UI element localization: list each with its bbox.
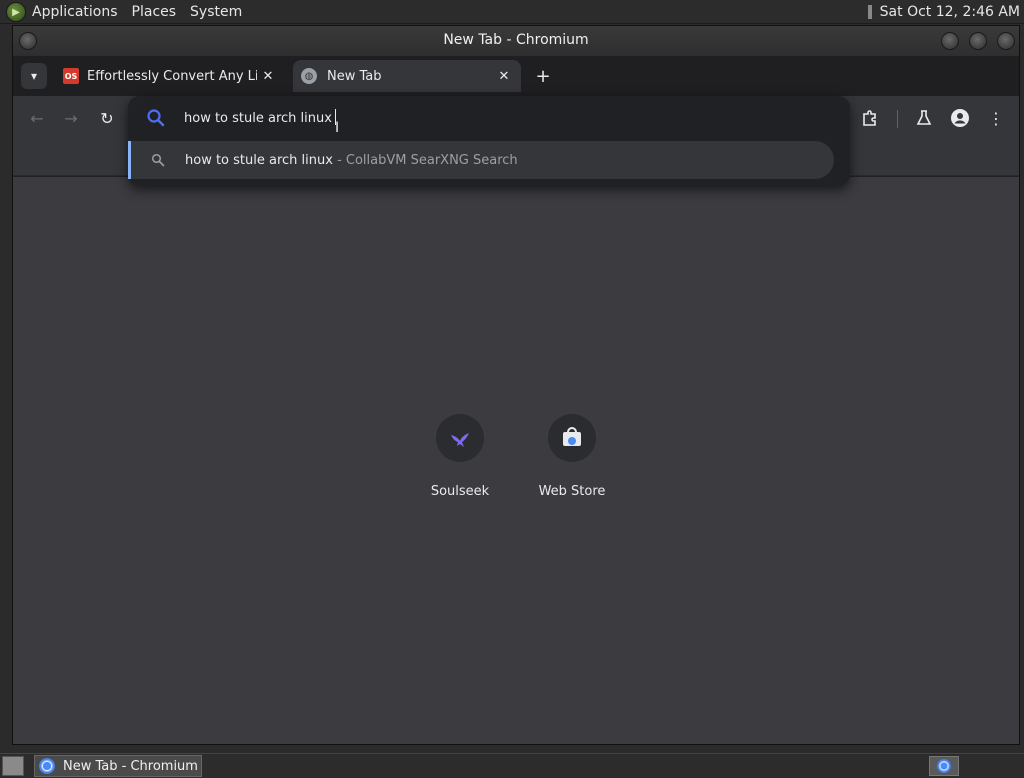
tab-effortlessly-convert[interactable]: OS Effortlessly Convert Any Linux ✕ — [55, 60, 285, 92]
minimize-button[interactable] — [941, 32, 959, 50]
text-cursor-icon: I — [335, 120, 340, 136]
distro-logo-icon[interactable]: ▶ — [6, 2, 26, 22]
taskbar-item-chromium[interactable]: New Tab - Chromium — [34, 755, 202, 777]
tab-new-tab[interactable]: ◍ New Tab ✕ — [293, 60, 521, 92]
reload-button[interactable]: ↻ — [95, 106, 119, 130]
workspace-switcher[interactable] — [929, 756, 959, 776]
taskbar-item-label: New Tab - Chromium — [63, 758, 198, 774]
webstore-icon — [563, 427, 581, 446]
menu-system[interactable]: System — [190, 4, 242, 20]
clock[interactable]: Sat Oct 12, 2:46 AM — [880, 4, 1020, 20]
account-icon — [951, 109, 969, 127]
panel-clock-area: Sat Oct 12, 2:46 AM — [867, 0, 1020, 24]
omnibox-suggestion[interactable]: how to stule arch linux - CollabVM SearX… — [128, 141, 834, 179]
profile-button[interactable] — [948, 106, 972, 130]
shortcut-web-store[interactable]: Web Store — [522, 414, 622, 499]
address-input[interactable]: how to stule arch linux — [184, 109, 336, 126]
maximize-button[interactable] — [969, 32, 987, 50]
globe-icon: ◍ — [301, 68, 317, 84]
new-tab-button[interactable]: + — [531, 64, 555, 88]
chromium-icon — [39, 758, 55, 774]
forward-button[interactable]: → — [59, 106, 83, 130]
menu-places[interactable]: Places — [132, 4, 177, 20]
arrow-right-icon: → — [64, 108, 78, 128]
labs-button[interactable] — [912, 106, 936, 130]
suggestion-query: how to stule arch linux — [185, 152, 333, 168]
shortcut-tile — [436, 414, 484, 462]
search-icon — [151, 153, 165, 167]
shortcut-label: Web Store — [538, 484, 606, 499]
suggestion-source: - CollabVM SearXNG Search — [332, 152, 518, 168]
panel-separator — [867, 5, 872, 19]
omnibox-popup: how to stule arch linux how to stule arc… — [128, 96, 850, 186]
plus-icon: + — [535, 65, 551, 87]
window-titlebar[interactable]: New Tab - Chromium — [13, 26, 1019, 56]
tab-label: New Tab — [327, 68, 382, 84]
address-input-value: how to stule arch linux — [184, 111, 332, 126]
search-icon — [147, 109, 165, 127]
shortcut-label: Soulseek — [430, 484, 490, 499]
tab-strip: ▾ OS Effortlessly Convert Any Linux ✕ ◍ … — [13, 56, 1019, 96]
arrow-left-icon: ← — [30, 108, 44, 128]
tab-search-button[interactable]: ▾ — [21, 63, 47, 89]
address-bar[interactable]: how to stule arch linux — [128, 96, 850, 140]
shortcut-soulseek[interactable]: Soulseek — [410, 414, 510, 499]
panel-menus: ▶ Applications Places System — [6, 0, 256, 24]
back-button[interactable]: ← — [25, 106, 49, 130]
more-vert-icon: ⋮ — [988, 108, 1004, 128]
menu-applications[interactable]: Applications — [32, 4, 118, 20]
menu-button[interactable]: ⋮ — [984, 106, 1008, 130]
new-tab-page: Soulseek Web Store — [13, 177, 1019, 744]
bird-icon — [451, 433, 469, 447]
show-desktop-button[interactable] — [2, 756, 24, 776]
chevron-down-icon: ▾ — [30, 69, 38, 83]
shortcut-tile — [548, 414, 596, 462]
close-tab-icon[interactable]: ✕ — [495, 67, 513, 85]
close-window-button[interactable] — [997, 32, 1015, 50]
tab-label: Effortlessly Convert Any Linux — [87, 68, 257, 84]
os-icon: OS — [63, 68, 79, 84]
close-tab-icon[interactable]: ✕ — [259, 67, 277, 85]
top-panel: ▶ Applications Places System Sat Oct 12,… — [0, 0, 1024, 24]
flask-icon — [916, 110, 932, 125]
bottom-taskbar: New Tab - Chromium — [0, 753, 1024, 778]
chromium-icon — [937, 759, 951, 773]
toolbar-separator — [897, 110, 898, 128]
reload-icon: ↻ — [100, 108, 114, 128]
puzzle-icon — [863, 110, 876, 126]
extensions-button[interactable] — [858, 106, 882, 130]
window-title: New Tab - Chromium — [443, 32, 589, 48]
